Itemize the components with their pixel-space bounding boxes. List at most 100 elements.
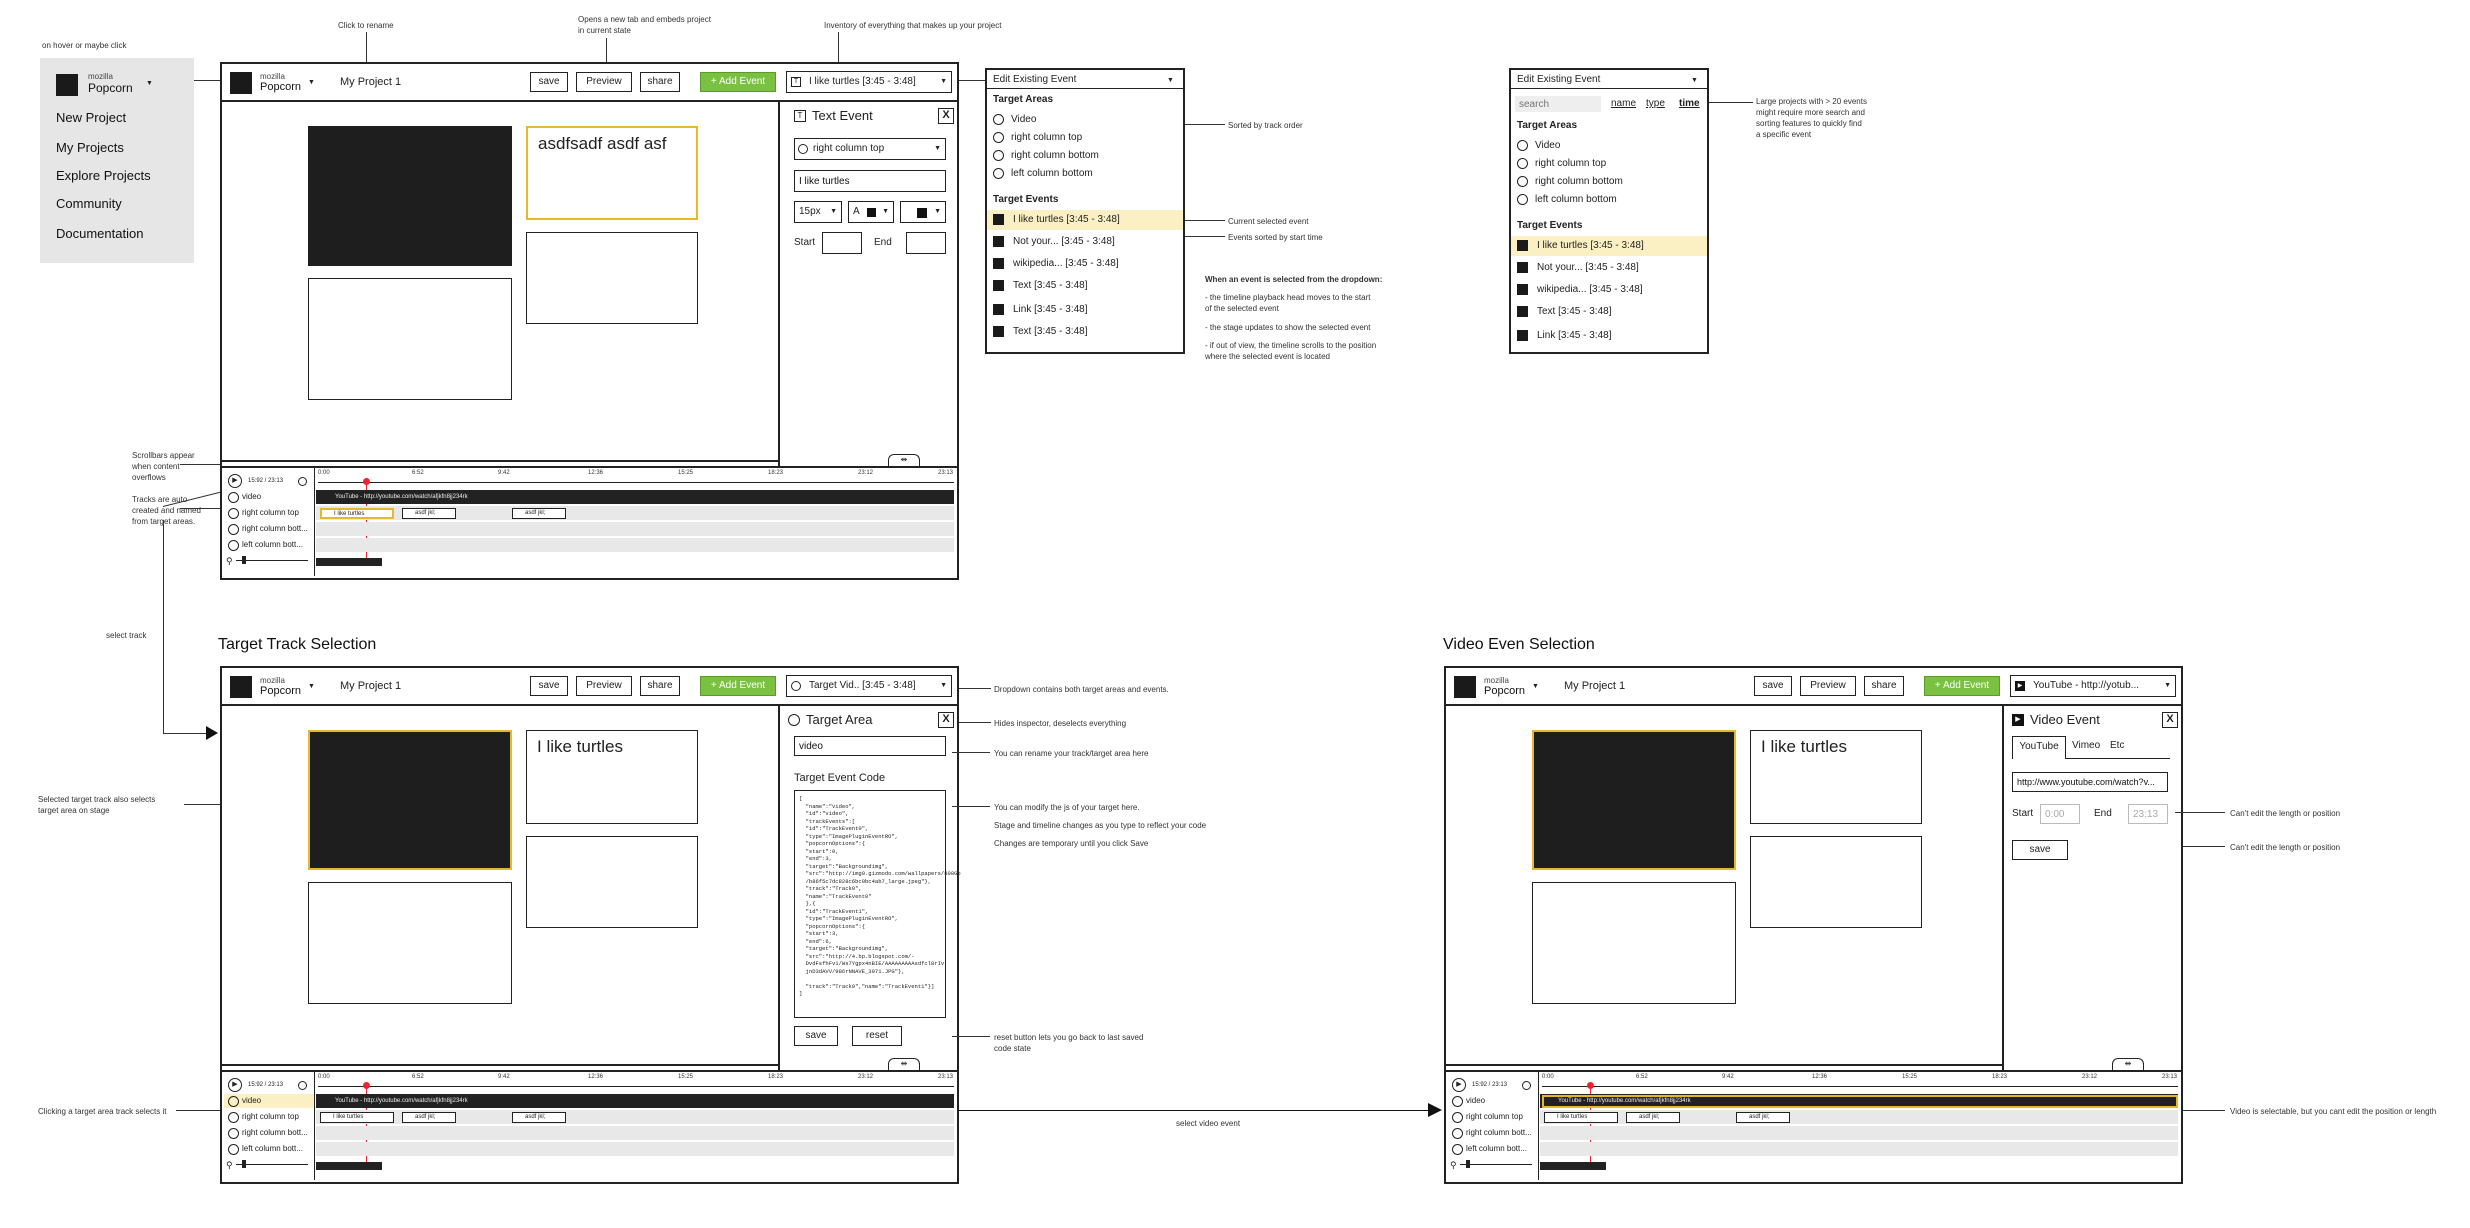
track-event-chip[interactable]: I like turtles <box>320 508 394 519</box>
track-event-chip[interactable]: asdf jkl; <box>512 1112 566 1123</box>
zoom-slider[interactable] <box>236 1164 308 1165</box>
add-event-button[interactable]: + Add Event <box>1924 676 2000 696</box>
track-event-chip[interactable]: I like turtles <box>320 1112 394 1123</box>
area-item[interactable]: right column top <box>1535 158 1606 169</box>
track-event-chip[interactable]: asdf jkl; <box>1626 1112 1680 1123</box>
track-label[interactable]: right column top <box>242 508 299 517</box>
search-input[interactable] <box>1515 96 1601 112</box>
track-label[interactable]: video <box>242 1096 261 1105</box>
event-item[interactable]: Link [3:45 - 3:48] <box>1537 330 1612 341</box>
chevron-down-icon[interactable]: ▼ <box>308 683 315 690</box>
sort-time[interactable]: time <box>1679 98 1700 109</box>
zoom-slider[interactable] <box>1460 1164 1532 1165</box>
chevron-down-icon[interactable]: ▼ <box>1532 683 1539 690</box>
font-size-select[interactable]: 15px ▼ <box>794 201 842 223</box>
scrollbar[interactable] <box>316 558 382 566</box>
collapse-tab[interactable]: ⇹ <box>2112 1058 2144 1070</box>
event-item[interactable]: Link [3:45 - 3:48] <box>1013 304 1088 315</box>
left-column-bottom[interactable] <box>308 882 512 1004</box>
save-code-button[interactable]: save <box>794 1026 838 1046</box>
track-event-chip[interactable]: asdf jkl; <box>402 508 456 519</box>
tab-etc[interactable]: Etc <box>2110 740 2124 751</box>
collapse-tab[interactable]: ⇹ <box>888 1058 920 1070</box>
zoom-icon[interactable]: ⚲ <box>1450 1160 1457 1171</box>
save-button[interactable]: save <box>530 72 568 92</box>
add-event-button[interactable]: + Add Event <box>700 72 776 92</box>
preview-button[interactable]: Preview <box>576 676 632 696</box>
right-column-bottom[interactable] <box>526 232 698 324</box>
zoom-slider[interactable] <box>236 560 308 561</box>
add-event-button[interactable]: + Add Event <box>700 676 776 696</box>
area-item[interactable]: Video <box>1535 140 1560 151</box>
chevron-down-icon[interactable]: ▼ <box>1167 77 1174 84</box>
event-select[interactable]: Target Vid.. [3:45 - 3:48] ▼ <box>786 675 952 697</box>
project-title[interactable]: My Project 1 <box>1564 680 1625 692</box>
target-icon[interactable] <box>1522 1081 1531 1090</box>
menu-item-new-project[interactable]: New Project <box>56 110 126 125</box>
track-event-chip[interactable]: I like turtles <box>1544 1112 1618 1123</box>
event-item[interactable]: Text [3:45 - 3:48] <box>1013 280 1088 291</box>
video-area[interactable] <box>308 126 512 266</box>
close-button[interactable]: X <box>938 108 954 124</box>
zoom-icon[interactable]: ⚲ <box>226 1160 233 1171</box>
menu-item-my-projects[interactable]: My Projects <box>56 140 124 155</box>
save-button[interactable]: save <box>1754 676 1792 696</box>
left-column-bottom[interactable] <box>1532 882 1736 1004</box>
menu-item-community[interactable]: Community <box>56 196 122 211</box>
start-input[interactable] <box>822 232 862 254</box>
track-label[interactable]: video <box>1466 1096 1485 1105</box>
share-button[interactable]: share <box>640 676 680 696</box>
color-select[interactable]: ▼ <box>900 201 946 223</box>
tab-youtube[interactable]: YouTube <box>2012 736 2066 759</box>
scrollbar[interactable] <box>1540 1162 1606 1170</box>
video-chip[interactable]: YouTube - http://youtube.com/watch/afjkf… <box>320 492 520 503</box>
project-title[interactable]: My Project 1 <box>340 76 401 88</box>
track-label[interactable]: right column top <box>1466 1112 1523 1121</box>
share-button[interactable]: share <box>640 72 680 92</box>
video-chip[interactable]: YouTube - http://youtube.com/watch/afjkf… <box>320 1096 520 1107</box>
close-button[interactable]: X <box>2162 712 2178 728</box>
event-item[interactable]: I like turtles [3:45 - 3:48] <box>1013 214 1120 225</box>
video-area[interactable] <box>1532 730 1736 870</box>
track-label[interactable]: left column bott... <box>1466 1144 1527 1153</box>
text-input[interactable] <box>794 170 946 192</box>
area-item[interactable]: left column bottom <box>1011 168 1093 179</box>
text-area-right-top[interactable]: I like turtles <box>1750 730 1922 824</box>
code-editor[interactable]: [ "name":"video", "id":"video", "trackEv… <box>794 790 961 1018</box>
event-select[interactable]: T I like turtles [3:45 - 3:48] ▼ <box>786 71 952 93</box>
reset-button[interactable]: reset <box>852 1026 902 1046</box>
event-item[interactable]: wikipedia... [3:45 - 3:48] <box>1537 284 1643 295</box>
text-area-right-top[interactable]: I like turtles <box>526 730 698 824</box>
event-item[interactable]: Not your... [3:45 - 3:48] <box>1537 262 1639 273</box>
text-area-right-top[interactable]: asdfsadf asdf asf <box>526 126 698 220</box>
preview-button[interactable]: Preview <box>576 72 632 92</box>
sort-type[interactable]: type <box>1646 98 1665 109</box>
menu-item-explore-projects[interactable]: Explore Projects <box>56 168 151 183</box>
save-video-button[interactable]: save <box>2012 840 2068 860</box>
event-item[interactable]: Text [3:45 - 3:48] <box>1537 306 1612 317</box>
area-item[interactable]: right column bottom <box>1011 150 1099 161</box>
track-event-chip[interactable]: asdf jkl; <box>402 1112 456 1123</box>
chevron-down-icon[interactable]: ▼ <box>146 80 153 87</box>
area-item[interactable]: left column bottom <box>1535 194 1617 205</box>
track-event-chip[interactable]: asdf jkl; <box>1736 1112 1790 1123</box>
save-button[interactable]: save <box>530 676 568 696</box>
track-label[interactable]: left column bott... <box>242 540 303 549</box>
play-button[interactable]: ▶ <box>1452 1078 1466 1092</box>
track-label[interactable]: right column top <box>242 1112 299 1121</box>
play-button[interactable]: ▶ <box>228 1078 242 1092</box>
area-item[interactable]: Video <box>1011 114 1036 125</box>
event-item[interactable]: wikipedia... [3:45 - 3:48] <box>1013 258 1119 269</box>
collapse-tab[interactable]: ⇹ <box>888 454 920 466</box>
track-label[interactable]: video <box>242 492 261 501</box>
track-label[interactable]: left column bott... <box>242 1144 303 1153</box>
preview-button[interactable]: Preview <box>1800 676 1856 696</box>
right-column-bottom[interactable] <box>526 836 698 928</box>
target-icon[interactable] <box>298 1081 307 1090</box>
scrollbar[interactable] <box>316 1162 382 1170</box>
target-select[interactable]: right column top ▼ <box>794 138 946 160</box>
target-icon[interactable] <box>298 477 307 486</box>
event-item[interactable]: I like turtles [3:45 - 3:48] <box>1537 240 1644 251</box>
menu-item-documentation[interactable]: Documentation <box>56 226 143 241</box>
play-button[interactable]: ▶ <box>228 474 242 488</box>
